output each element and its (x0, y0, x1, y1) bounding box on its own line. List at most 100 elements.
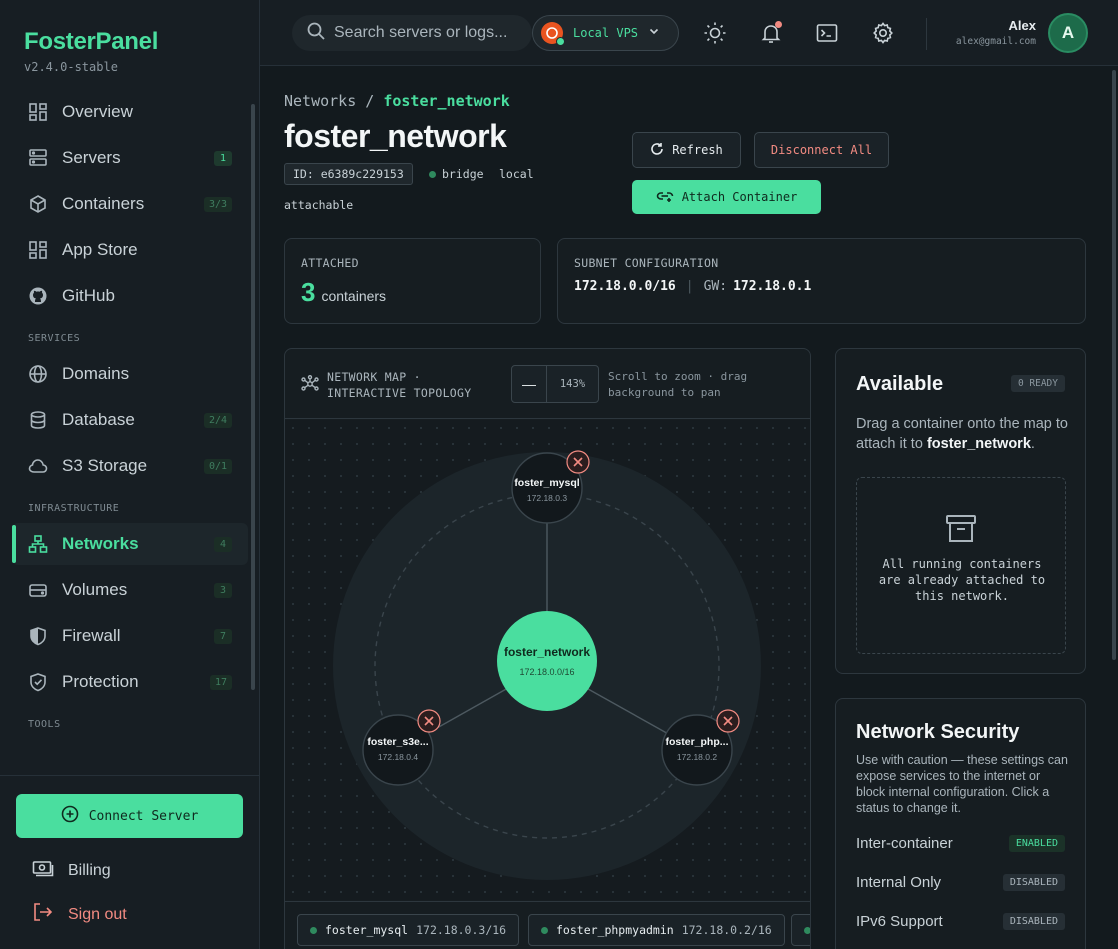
sidebar-item-label: App Store (62, 240, 138, 259)
archive-box-icon (945, 514, 977, 549)
brand-name: FosterPanel (24, 28, 159, 55)
network-map-title: NETWORK MAP · INTERACTIVE TOPOLOGY (327, 369, 471, 401)
sidebar-item-github[interactable]: GitHub (12, 275, 248, 317)
sidebar-item-label: Volumes (62, 580, 128, 599)
detach-close-icon[interactable] (417, 709, 441, 733)
breadcrumb-networks[interactable]: Networks (284, 92, 356, 110)
sidebar-item-s3-storage[interactable]: S3 Storage 0/1 (12, 445, 248, 487)
sign-out-link[interactable]: Sign out (32, 902, 127, 927)
shield-icon (28, 626, 48, 646)
map-hint-line1: Scroll to zoom · drag (608, 370, 748, 383)
divider (926, 18, 927, 50)
grid-icon (28, 240, 48, 260)
terminal-icon[interactable] (815, 21, 839, 45)
internal-only-status-badge[interactable]: DISABLED (1002, 874, 1065, 891)
network-id: ID: e6389c229153 (284, 163, 413, 185)
attached-value: 3 containers (301, 277, 386, 308)
github-icon (28, 286, 48, 306)
attach-container-button[interactable]: Attach Container (632, 180, 821, 214)
sidebar-item-label: Overview (62, 102, 133, 121)
count-badge: 2/4 (203, 412, 232, 428)
sidebar-item-containers[interactable]: Containers 3/3 (12, 183, 248, 225)
sidebar-item-domains[interactable]: Domains (12, 353, 248, 395)
attached-container-chips: foster_mysql 172.18.0.3/16 foster_phpmya… (285, 901, 810, 949)
notifications-bell-icon[interactable] (759, 21, 783, 45)
chip-ip: 172.18.0.3/16 (416, 923, 507, 937)
available-desc-network: foster_network (926, 436, 1031, 452)
search-input[interactable] (334, 24, 514, 42)
subnet-value: 172.18.0.0/16 (574, 279, 676, 294)
theme-toggle-icon[interactable] (703, 21, 727, 45)
chip-name: foster_mysql (325, 923, 409, 937)
attached-card: ATTACHED 3 containers (284, 238, 541, 324)
sidebar-item-overview[interactable]: Overview (12, 91, 248, 133)
user-email: alex@gmail.com (955, 36, 1036, 47)
detach-close-icon[interactable] (566, 450, 590, 474)
billing-link[interactable]: Billing (32, 858, 111, 883)
network-icon (28, 534, 48, 554)
drop-zone[interactable]: All running containers are already attac… (856, 477, 1066, 654)
server-selector[interactable]: Local VPS (532, 15, 679, 51)
sidebar-item-label: Containers (62, 194, 145, 213)
sidebar-item-database[interactable]: Database 2/4 (12, 399, 248, 441)
search-box[interactable] (292, 15, 532, 51)
nav-section-services: SERVICES (28, 333, 81, 344)
search-icon (306, 21, 326, 46)
user-name: Alex (1008, 18, 1036, 33)
network-map-header: NETWORK MAP · INTERACTIVE TOPOLOGY — 143… (285, 349, 810, 419)
zoom-out-button[interactable]: — (512, 366, 547, 402)
security-title: Network Security (856, 721, 1020, 743)
center-node-subnet: 172.18.0.0/16 (519, 667, 574, 677)
notification-dot (775, 21, 782, 28)
count-badge: 3 (214, 582, 232, 598)
zoom-level: 143% (559, 378, 586, 390)
ipv6-support-status-badge[interactable]: DISABLED (1002, 913, 1065, 930)
main-scrollbar[interactable] (1112, 70, 1116, 660)
refresh-label: Refresh (672, 143, 723, 157)
map-hint: Scroll to zoom · drag background to pan (608, 369, 747, 401)
sidebar-item-firewall[interactable]: Firewall 7 (12, 615, 248, 657)
attachable-tag: attachable (284, 198, 354, 212)
box-icon (28, 194, 48, 214)
node-name: foster_php... (665, 736, 728, 748)
sidebar-item-label: Firewall (62, 626, 121, 645)
link-icon (656, 189, 674, 206)
sidebar-scrollbar[interactable] (251, 104, 255, 690)
count-badge: 7 (214, 628, 232, 644)
detach-close-icon[interactable] (716, 709, 740, 733)
center-node-name: foster_network (504, 645, 590, 659)
sign-out-label: Sign out (68, 905, 127, 923)
available-desc-post: . (1030, 436, 1035, 452)
center-node[interactable]: foster_network 172.18.0.0/16 (497, 611, 597, 711)
avatar[interactable]: A (1048, 13, 1088, 53)
scope-tag: local (499, 167, 534, 181)
drop-zone-text: All running containers are already attac… (878, 557, 1046, 603)
brand[interactable]: FosterPanel v2.4.0-stable (24, 28, 158, 74)
sidebar-item-app-store[interactable]: App Store (12, 229, 248, 271)
subnet-values: 172.18.0.0/16 | GW: 172.18.0.1 (574, 279, 811, 294)
billing-label: Billing (68, 861, 111, 879)
driver-tag: bridge (429, 167, 484, 181)
subnet-label: SUBNET CONFIGURATION (574, 256, 719, 270)
sidebar-item-label: Database (62, 410, 135, 429)
inter-container-status-badge[interactable]: ENABLED (1008, 835, 1065, 852)
ready-badge: 0 READY (1010, 375, 1065, 392)
gear-icon[interactable] (871, 21, 895, 45)
sidebar-item-volumes[interactable]: Volumes 3 (12, 569, 248, 611)
network-map-canvas[interactable]: foster_network 172.18.0.0/16 foster_mysq… (285, 420, 810, 900)
sidebar-item-servers[interactable]: Servers 1 (12, 137, 248, 179)
refresh-icon (650, 142, 664, 159)
disconnect-all-button[interactable]: Disconnect All (754, 132, 889, 168)
chip-ip: 172.18.0.2/16 (681, 923, 772, 937)
container-chip[interactable] (791, 914, 810, 946)
sidebar-item-label: Servers (62, 148, 121, 167)
container-chip[interactable]: foster_phpmyadmin 172.18.0.2/16 (528, 914, 785, 946)
container-chip[interactable]: foster_mysql 172.18.0.3/16 (297, 914, 520, 946)
status-dot (804, 926, 810, 934)
sidebar-item-protection[interactable]: Protection 17 (12, 661, 248, 703)
refresh-button[interactable]: Refresh (632, 132, 741, 168)
connect-server-button[interactable]: Connect Server (16, 794, 243, 838)
sidebar-item-networks[interactable]: Networks 4 (12, 523, 248, 565)
chip-name: foster_phpmyadmin (556, 923, 674, 937)
network-security-card: Network Security Use with caution — thes… (835, 698, 1086, 949)
